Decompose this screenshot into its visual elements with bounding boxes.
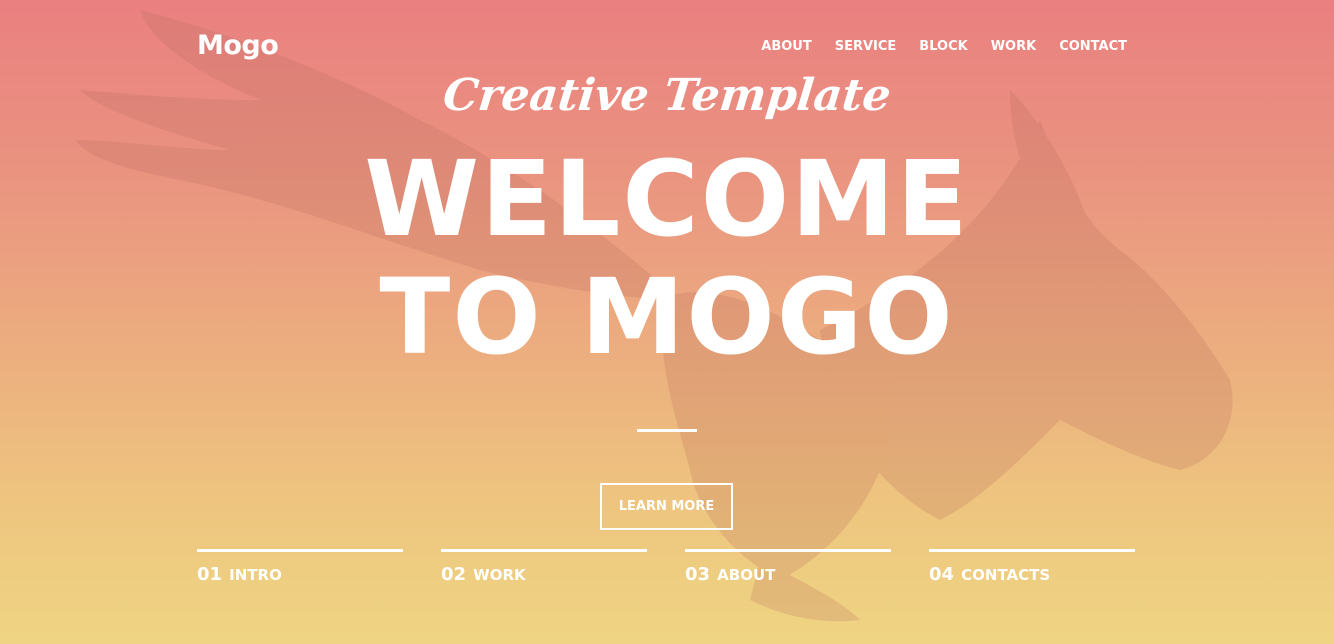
hero-subtitle: Creative Template	[440, 70, 894, 121]
slide-number: 02	[441, 564, 467, 585]
slide-label: WORK	[473, 566, 526, 584]
nav-item-service[interactable]: SERVICE	[835, 39, 897, 54]
slide-label: CONTACTS	[961, 566, 1051, 584]
nav-item-block[interactable]: BLOCK	[919, 39, 967, 54]
slide-number: 01	[197, 564, 223, 585]
nav-item-contact[interactable]: CONTACT	[1059, 39, 1127, 54]
site-logo[interactable]: Mogo	[197, 30, 279, 61]
nav-item-work[interactable]: WORK	[991, 39, 1036, 54]
slide-tab-contacts[interactable]: 04 CONTACTS	[929, 549, 1135, 585]
hero-title: WELCOME TO MOGO	[0, 140, 1334, 376]
slider-nav: 01 INTRO 02 WORK 03 ABOUT 04 CONTACTS	[197, 549, 1137, 585]
slide-label: INTRO	[229, 566, 282, 584]
slide-number: 03	[685, 564, 711, 585]
hero-title-line-1: WELCOME	[364, 138, 970, 260]
slide-tab-work[interactable]: 02 WORK	[441, 549, 647, 585]
site-header: Mogo ABOUT SERVICE BLOCK WORK CONTACT	[197, 28, 1127, 68]
main-nav: ABOUT SERVICE BLOCK WORK CONTACT	[761, 39, 1127, 54]
hero-divider	[637, 429, 697, 432]
hero-title-line-2: TO MOGO	[379, 256, 955, 378]
slide-number: 04	[929, 564, 955, 585]
slide-tab-about[interactable]: 03 ABOUT	[685, 549, 891, 585]
slide-tab-intro[interactable]: 01 INTRO	[197, 549, 403, 585]
nav-item-about[interactable]: ABOUT	[761, 39, 811, 54]
hero-section: Mogo ABOUT SERVICE BLOCK WORK CONTACT Cr…	[0, 0, 1334, 644]
slide-label: ABOUT	[717, 566, 776, 584]
learn-more-button[interactable]: LEARN MORE	[600, 483, 733, 530]
